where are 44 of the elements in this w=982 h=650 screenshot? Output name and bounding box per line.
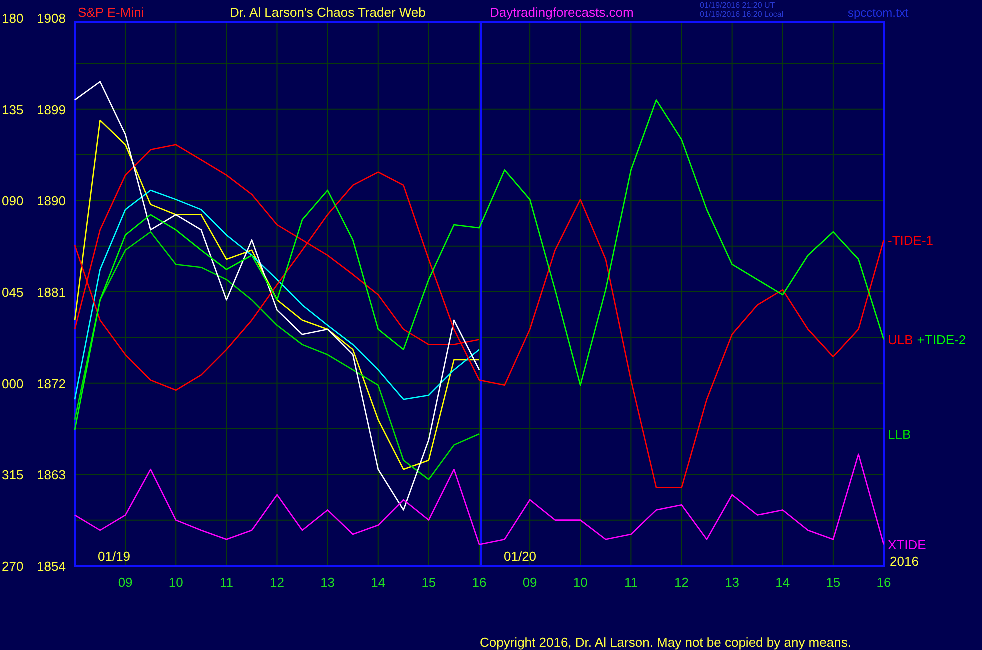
axis-label: 16 bbox=[876, 575, 892, 590]
axis-label: 15 bbox=[422, 575, 436, 590]
axis-label: 270 bbox=[2, 559, 24, 574]
axis-label: 315 bbox=[2, 468, 24, 483]
axis-label: 14 bbox=[371, 575, 386, 590]
axis-label: 1872 bbox=[37, 376, 66, 392]
axis-label: 16 bbox=[472, 575, 487, 590]
axis-label: 11 bbox=[220, 575, 234, 590]
axis-label: 14 bbox=[776, 575, 790, 590]
axis-label: 12 bbox=[674, 575, 689, 590]
axis-label: 1881 bbox=[37, 285, 66, 300]
axis-label: 1908 bbox=[37, 11, 66, 26]
axis-label: 1899 bbox=[37, 102, 66, 118]
axis-label: 180 bbox=[2, 11, 24, 26]
timestamp-label: 01/19/2016 21:20 UT bbox=[700, 1, 776, 10]
series-label: -TIDE-1 bbox=[888, 233, 934, 248]
file-name: spcctom.txt bbox=[848, 6, 909, 20]
series-label: LLB bbox=[888, 427, 912, 442]
axis-label: 11 bbox=[624, 575, 638, 590]
axis-label: 000 bbox=[2, 376, 24, 392]
axis-label: 1854 bbox=[37, 559, 66, 574]
axis-label: 09 bbox=[522, 575, 538, 590]
axis-label: 13 bbox=[320, 575, 336, 590]
axis-label: 10 bbox=[168, 575, 184, 590]
axis-label: 090 bbox=[2, 194, 24, 209]
series-label: +TIDE-2 bbox=[917, 332, 966, 348]
symbol-label: S&P E-Mini bbox=[78, 5, 144, 20]
copyright-notice: Copyright 2016, Dr. Al Larson. May not be copied by any means. bbox=[480, 635, 852, 650]
axis-label: 10 bbox=[573, 575, 588, 590]
chart-title: Dr. Al Larson's Chaos Trader Web bbox=[230, 5, 426, 20]
series-label: XTIDE bbox=[888, 538, 926, 553]
series-label: ULB bbox=[888, 332, 914, 348]
axis-label: 12 bbox=[270, 575, 284, 590]
axis-label: 135 bbox=[2, 102, 24, 118]
axis-label: 1863 bbox=[37, 468, 66, 483]
axis-label: 1890 bbox=[37, 194, 66, 209]
date-label: 01/20 bbox=[504, 549, 537, 564]
axis-label: 045 bbox=[2, 285, 24, 300]
year-label: 2016 bbox=[890, 554, 919, 569]
axis-label: 09 bbox=[118, 575, 133, 590]
axis-label: 13 bbox=[725, 575, 740, 590]
date-label: 01/19 bbox=[98, 549, 131, 564]
timestamp-label: 01/19/2016 16:20 Local bbox=[700, 10, 784, 19]
axis-label: 15 bbox=[826, 575, 841, 590]
